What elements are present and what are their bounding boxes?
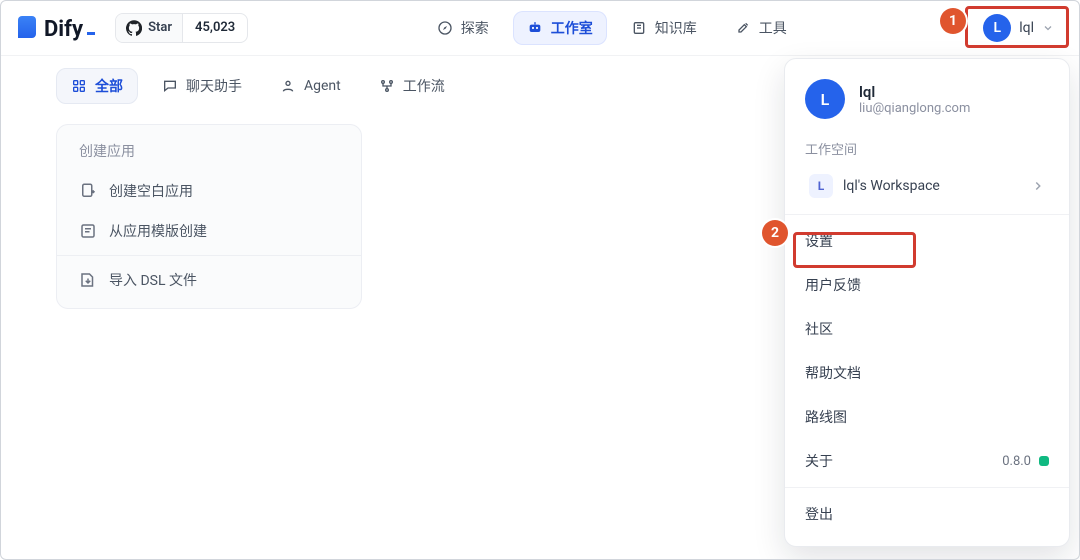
user-name-label: lql xyxy=(1019,20,1034,36)
menu-community[interactable]: 社区 xyxy=(785,307,1069,351)
new-doc-icon xyxy=(79,182,97,200)
template-icon xyxy=(79,222,97,240)
nav-knowledge-label: 知识库 xyxy=(655,18,697,38)
filter-agent-label: Agent xyxy=(304,78,341,94)
divider xyxy=(785,214,1069,215)
compass-icon xyxy=(437,20,453,36)
nav-explore[interactable]: 探索 xyxy=(423,11,503,45)
menu-feedback-label: 用户反馈 xyxy=(805,275,861,295)
workspace-section-label: 工作空间 xyxy=(785,133,1069,166)
nav-tools-label: 工具 xyxy=(759,18,787,38)
logo[interactable]: Dify xyxy=(18,14,95,42)
dropdown-user-name: lql xyxy=(859,83,970,101)
create-from-template[interactable]: 从应用模版创建 xyxy=(57,211,361,251)
divider xyxy=(57,255,361,256)
github-star-button[interactable]: Star 45,023 xyxy=(115,13,248,43)
nav-knowledge[interactable]: 知识库 xyxy=(617,11,711,45)
create-app-title: 创建应用 xyxy=(57,139,361,171)
menu-logout[interactable]: 登出 xyxy=(785,492,1069,536)
workspace-badge-icon: L xyxy=(809,174,833,198)
menu-community-label: 社区 xyxy=(805,319,833,339)
menu-roadmap-label: 路线图 xyxy=(805,407,847,427)
menu-docs-label: 帮助文档 xyxy=(805,363,861,383)
menu-settings[interactable]: 设置 xyxy=(785,219,1069,263)
filter-chat[interactable]: 聊天助手 xyxy=(148,69,256,103)
import-dsl[interactable]: 导入 DSL 文件 xyxy=(57,260,361,300)
menu-roadmap[interactable]: 路线图 xyxy=(785,395,1069,439)
menu-about[interactable]: 关于 0.8.0 xyxy=(785,439,1069,483)
menu-settings-label: 设置 xyxy=(805,231,833,251)
logo-text: Dify xyxy=(44,17,83,42)
nav-explore-label: 探索 xyxy=(461,18,489,38)
logo-underscore-icon xyxy=(87,32,95,35)
menu-logout-label: 登出 xyxy=(805,504,833,524)
chevron-right-icon xyxy=(1031,179,1045,193)
chevron-down-icon xyxy=(1042,22,1054,34)
github-icon xyxy=(126,20,142,36)
chat-icon xyxy=(162,78,178,94)
filter-chat-label: 聊天助手 xyxy=(186,76,242,96)
filter-all[interactable]: 全部 xyxy=(56,68,138,104)
github-star-count: 45,023 xyxy=(182,14,247,42)
filter-all-label: 全部 xyxy=(95,76,123,96)
create-blank-app[interactable]: 创建空白应用 xyxy=(57,171,361,211)
user-dropdown: L lql liu@qianglong.com 工作空间 L lql's Wor… xyxy=(784,58,1070,547)
create-app-card: 创建应用 创建空白应用 从应用模版创建 导入 DSL 文件 xyxy=(56,124,362,309)
create-from-template-label: 从应用模版创建 xyxy=(109,221,207,241)
filter-workflow-label: 工作流 xyxy=(403,76,445,96)
import-dsl-label: 导入 DSL 文件 xyxy=(109,270,197,290)
book-icon xyxy=(631,20,647,36)
nav-studio-label: 工作室 xyxy=(551,18,593,38)
create-blank-label: 创建空白应用 xyxy=(109,181,193,201)
divider xyxy=(785,487,1069,488)
github-star-left: Star xyxy=(116,14,182,42)
dropdown-profile: L lql liu@qianglong.com xyxy=(785,75,1069,133)
nav-studio[interactable]: 工作室 xyxy=(513,11,607,45)
status-dot-icon xyxy=(1039,456,1049,466)
tool-icon xyxy=(735,20,751,36)
nav-tools[interactable]: 工具 xyxy=(721,11,801,45)
user-menu-trigger[interactable]: L lql xyxy=(975,10,1062,46)
menu-docs[interactable]: 帮助文档 xyxy=(785,351,1069,395)
logo-mark-icon xyxy=(18,16,36,38)
flow-icon xyxy=(379,78,395,94)
app-header: Dify Star 45,023 探索 工作室 知识库 工具 L lql xyxy=(0,0,1080,56)
menu-feedback[interactable]: 用户反馈 xyxy=(785,263,1069,307)
import-icon xyxy=(79,271,97,289)
workspace-switcher[interactable]: L lql's Workspace xyxy=(799,166,1055,206)
github-star-label: Star xyxy=(148,20,172,35)
about-version: 0.8.0 xyxy=(1002,454,1031,469)
filter-agent[interactable]: Agent xyxy=(266,71,355,101)
menu-about-label: 关于 xyxy=(805,451,833,471)
primary-nav: 探索 工作室 知识库 工具 xyxy=(423,11,801,45)
filter-workflow[interactable]: 工作流 xyxy=(365,69,459,103)
agent-icon xyxy=(280,78,296,94)
dropdown-avatar: L xyxy=(805,79,845,119)
avatar: L xyxy=(983,14,1011,42)
grid-icon xyxy=(71,78,87,94)
workspace-name: lql's Workspace xyxy=(843,178,1021,194)
dropdown-user-email: liu@qianglong.com xyxy=(859,101,970,116)
robot-icon xyxy=(527,20,543,36)
